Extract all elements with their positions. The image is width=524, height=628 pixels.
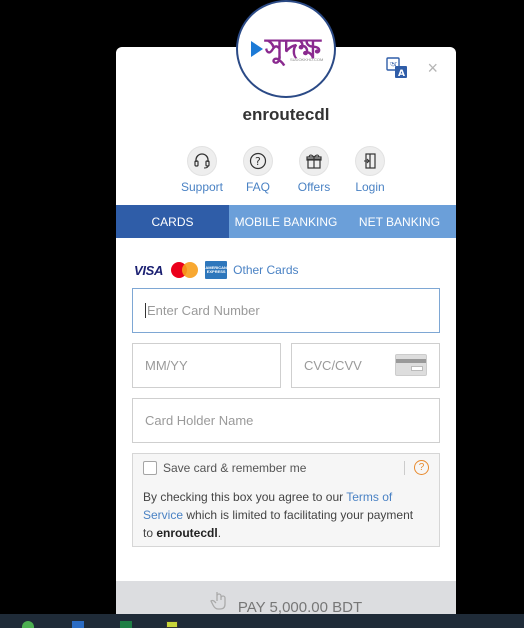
terms-text: By checking this box you agree to our Te… — [143, 490, 414, 540]
merchant-name: enroutecdl — [242, 105, 330, 124]
card-number-input[interactable]: Enter Card Number — [132, 288, 440, 333]
svg-text:A: A — [398, 69, 405, 79]
taskbar-app-icon[interactable] — [120, 621, 132, 628]
quick-links: Support ? FAQ Offers Login — [116, 146, 456, 194]
merchant-logo: সুদক্ষ SUDOKKHO.COM — [236, 0, 336, 98]
card-back-icon — [395, 354, 427, 376]
logo-subtext: SUDOKKHO.COM — [290, 57, 324, 62]
card-holder-input[interactable]: Card Holder Name — [132, 398, 440, 443]
offers-link[interactable]: Offers — [293, 146, 335, 194]
offers-label: Offers — [297, 180, 331, 194]
headset-icon — [194, 153, 210, 169]
text-caret — [145, 303, 146, 318]
save-card-label[interactable]: Save card & remember me — [163, 461, 306, 475]
card-holder-placeholder: Card Holder Name — [145, 413, 254, 428]
payment-tabs: CARDS MOBILE BANKING NET BANKING — [116, 205, 456, 238]
expiry-input[interactable]: MM/YY — [132, 343, 281, 388]
pay-button[interactable]: PAY 5,000.00 BDT — [116, 581, 456, 617]
amex-logo: AMERICAN EXPRESS — [205, 261, 228, 279]
faq-link[interactable]: ? FAQ — [237, 146, 279, 194]
question-icon: ? — [249, 152, 267, 170]
card-number-placeholder: Enter Card Number — [147, 303, 260, 318]
help-icon[interactable]: ? — [414, 460, 429, 475]
login-icon — [364, 153, 376, 169]
save-card-checkbox[interactable] — [143, 461, 157, 475]
visa-logo: VISA — [134, 262, 164, 278]
expiry-placeholder: MM/YY — [145, 358, 188, 373]
svg-text:?: ? — [255, 155, 261, 168]
taskbar-app-icon[interactable] — [22, 621, 34, 628]
tab-net-banking[interactable]: NET BANKING — [343, 205, 456, 238]
other-cards-link[interactable]: Other Cards — [233, 263, 298, 277]
support-link[interactable]: Support — [181, 146, 223, 194]
taskbar-app-icon[interactable] — [72, 621, 84, 628]
support-label: Support — [180, 180, 224, 194]
tab-cards[interactable]: CARDS — [116, 205, 229, 238]
card-brands: VISA AMERICAN EXPRESS Other Cards — [134, 261, 299, 279]
gift-icon — [306, 154, 322, 169]
tab-mobile-banking[interactable]: MOBILE BANKING — [229, 205, 343, 238]
payment-modal: অ A × enroutecdl Support ? FAQ Offers Lo… — [116, 47, 456, 617]
faq-label: FAQ — [245, 180, 270, 194]
save-card-panel: Save card & remember me ? By checking th… — [132, 453, 440, 547]
taskbar — [0, 614, 524, 628]
login-label: Login — [355, 180, 385, 194]
divider — [404, 461, 405, 475]
taskbar-app-icon[interactable] — [166, 621, 178, 628]
cvc-input[interactable]: CVC/CVV — [291, 343, 440, 388]
terms-merchant: enroutecdl — [156, 526, 218, 540]
login-link[interactable]: Login — [349, 146, 391, 194]
mastercard-logo — [171, 261, 199, 279]
close-icon[interactable]: × — [427, 59, 438, 77]
language-icon[interactable]: অ A — [386, 57, 408, 79]
play-icon — [251, 41, 264, 57]
cvc-placeholder: CVC/CVV — [304, 358, 362, 373]
pay-label: PAY 5,000.00 BDT — [237, 598, 363, 616]
hand-pointer-icon — [210, 592, 226, 610]
